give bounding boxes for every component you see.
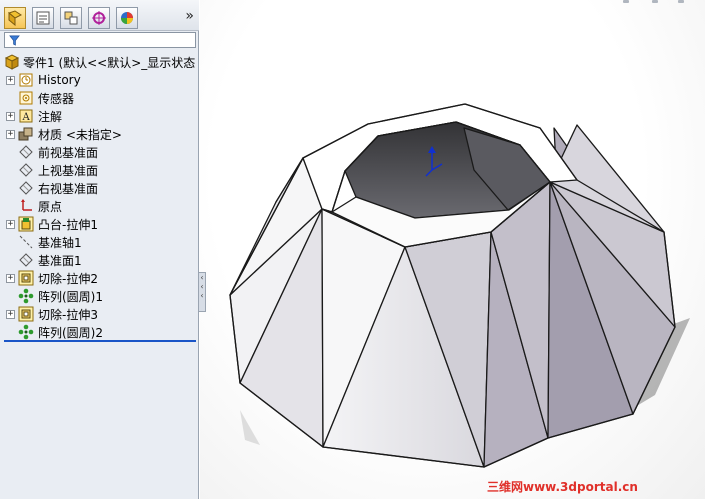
- origin-icon: [21, 199, 32, 211]
- tree-item[interactable]: 基准轴1: [6, 233, 198, 251]
- tree-item[interactable]: + 切除-拉伸3: [6, 305, 198, 323]
- expand-toggle-icon[interactable]: +: [6, 273, 15, 283]
- expand-toggle-icon[interactable]: +: [6, 129, 15, 139]
- tree-item-label: 右视基准面: [38, 181, 99, 196]
- tree-root-part[interactable]: 零件1 (默认<<默认>_显示状态: [4, 54, 198, 70]
- circular-pattern-icon: [18, 324, 34, 340]
- tree-item[interactable]: 上视基准面: [6, 161, 198, 179]
- tree-item-label: 上视基准面: [38, 163, 99, 178]
- property-icon: [36, 11, 50, 25]
- tree-item-label: 传感器: [38, 91, 75, 106]
- configuration-manager-tab[interactable]: [60, 7, 82, 29]
- dimxpert-icon: [92, 11, 106, 25]
- tree-item-label: 凸台-拉伸1: [38, 217, 98, 232]
- feature-manager-panel: » 零件1 (默认<<默认>_显示状态 + History 传感器 + A 注解 + 材质 <…: [0, 0, 199, 499]
- tree-item[interactable]: 阵列(圆周)2: [6, 323, 198, 341]
- tree-item-label: 基准轴1: [38, 235, 82, 250]
- toolbar-dot: [678, 0, 684, 3]
- rollback-bar[interactable]: [4, 340, 196, 342]
- tree-item[interactable]: + History: [6, 71, 198, 89]
- tree-item-label: 切除-拉伸3: [38, 307, 98, 322]
- tree-item-label: 原点: [38, 199, 63, 214]
- tree-item[interactable]: + A 注解: [6, 107, 198, 125]
- toolbar-dot: [623, 0, 629, 3]
- history-icon: [19, 73, 33, 87]
- part-model[interactable]: [200, 0, 705, 499]
- tree-item-label: History: [38, 73, 81, 87]
- watermark-text: 三维网www.3dportal.cn: [487, 480, 638, 494]
- axis-icon: [19, 235, 33, 249]
- tree-filter-field[interactable]: [4, 32, 196, 48]
- dimxpert-manager-tab[interactable]: [88, 7, 110, 29]
- panel-collapse-handle[interactable]: ‹ ‹ ‹: [198, 272, 206, 312]
- appearance-icon: [121, 12, 133, 24]
- part-icon: [4, 54, 20, 70]
- cut-extrude-icon: [18, 270, 34, 286]
- boss-extrude-icon: [18, 216, 34, 232]
- tree-item[interactable]: + 切除-拉伸2: [6, 269, 198, 287]
- tree-root-label: 零件1 (默认<<默认>_显示状态: [23, 55, 196, 70]
- plane-icon: [19, 253, 33, 267]
- plane-icon: [19, 181, 33, 195]
- cut-extrude-icon: [18, 306, 34, 322]
- tree-item[interactable]: + 凸台-拉伸1: [6, 215, 198, 233]
- svg-text:A: A: [22, 112, 31, 123]
- panel-tab-bar: »: [0, 0, 199, 31]
- expand-toggle-icon[interactable]: +: [6, 309, 15, 319]
- tree-item-label: 切除-拉伸2: [38, 271, 98, 286]
- feature-tree-icon: [7, 10, 22, 26]
- view-toolbar-strip: [200, 0, 705, 6]
- display-manager-tab[interactable]: [116, 7, 138, 29]
- feature-manager-tab[interactable]: [4, 7, 26, 29]
- tree-item-label: 材质 <未指定>: [38, 127, 122, 142]
- configuration-icon: [64, 11, 78, 25]
- tree-item[interactable]: 阵列(圆周)1: [6, 287, 198, 305]
- graphics-viewport[interactable]: [200, 0, 705, 499]
- annotation-icon: A: [19, 109, 33, 123]
- tree-item-label: 阵列(圆周)1: [38, 289, 103, 304]
- tree-item-label: 注解: [38, 109, 63, 124]
- expand-toggle-icon[interactable]: +: [6, 111, 15, 121]
- property-manager-tab[interactable]: [32, 7, 54, 29]
- circular-pattern-icon: [18, 288, 34, 304]
- more-tabs-button[interactable]: »: [185, 8, 194, 24]
- tree-item-label: 阵列(圆周)2: [38, 325, 103, 340]
- tree-item-label: 前视基准面: [38, 145, 99, 160]
- plane-icon: [19, 145, 33, 159]
- toolbar-dot: [652, 0, 658, 3]
- tree-item[interactable]: + 材质 <未指定>: [6, 125, 198, 143]
- tree-item[interactable]: 传感器: [6, 89, 198, 107]
- tree-item[interactable]: 右视基准面: [6, 179, 198, 197]
- plane-icon: [19, 163, 33, 177]
- tree-item[interactable]: 基准面1: [6, 251, 198, 269]
- material-icon: [18, 127, 33, 141]
- tree-item[interactable]: 原点: [6, 197, 198, 215]
- filter-icon: [9, 35, 20, 46]
- sensor-icon: [19, 91, 33, 105]
- expand-toggle-icon[interactable]: +: [6, 75, 15, 85]
- tree-item[interactable]: 前视基准面: [6, 143, 198, 161]
- tree-item-label: 基准面1: [38, 253, 82, 268]
- expand-toggle-icon[interactable]: +: [6, 219, 15, 229]
